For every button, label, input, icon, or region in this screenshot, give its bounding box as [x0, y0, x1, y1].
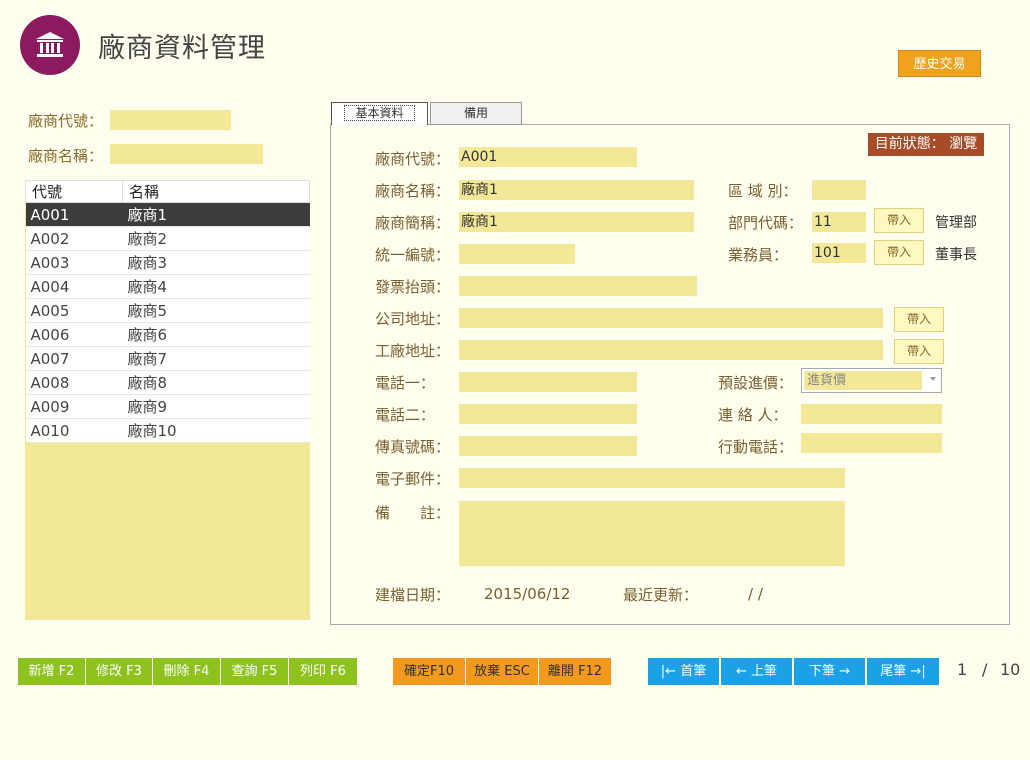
- phone2-field[interactable]: [459, 404, 637, 424]
- name-field[interactable]: 廠商1: [459, 180, 694, 200]
- updated-date: / /: [748, 585, 763, 603]
- name-label: 廠商名稱：: [375, 182, 451, 200]
- fax-field[interactable]: [459, 436, 637, 456]
- table-row[interactable]: A009 廠商9: [25, 394, 310, 419]
- print-button[interactable]: 列印 F6: [289, 658, 357, 685]
- phone1-field[interactable]: [459, 372, 637, 392]
- filter-code-label: 廠商代號：: [28, 112, 104, 130]
- updated-date-label: 最近更新：: [623, 586, 699, 604]
- company-address-label: 公司地址：: [375, 310, 451, 328]
- tab-reserve[interactable]: 備用: [430, 102, 522, 125]
- vendor-list: 代號 名稱 A001 廠商1 A002 廠商2 A003 廠商3 A004 廠商4 A0…: [25, 180, 310, 620]
- tab-basic-info[interactable]: 基本資料: [331, 102, 428, 125]
- edit-button[interactable]: 修改 F3: [86, 658, 152, 685]
- table-row[interactable]: A007 廠商7: [25, 346, 310, 371]
- phone1-label: 電話一：: [375, 374, 436, 392]
- table-row[interactable]: A002 廠商2: [25, 226, 310, 251]
- contact-field[interactable]: [801, 404, 942, 424]
- invoice-title-label: 發票抬頭：: [375, 278, 451, 296]
- table-row[interactable]: A010 廠商10: [25, 418, 310, 443]
- default-price-select[interactable]: 進貨價: [801, 368, 942, 393]
- prev-record-button[interactable]: ← 上筆: [721, 658, 792, 685]
- mobile-label: 行動電話：: [718, 438, 794, 456]
- app-logo: [20, 15, 80, 75]
- column-header-code[interactable]: 代號: [25, 180, 123, 203]
- default-price-value: 進貨價: [804, 371, 922, 390]
- phone2-label: 電話二：: [375, 406, 436, 424]
- table-row[interactable]: A008 廠商8: [25, 370, 310, 395]
- filter-name-input[interactable]: [110, 144, 263, 164]
- filter-code-input[interactable]: [110, 110, 231, 130]
- table-row[interactable]: A001 廠商1: [25, 202, 310, 227]
- exit-button[interactable]: 離開 F12: [539, 658, 611, 685]
- contact-label: 連 絡 人：: [718, 406, 788, 424]
- invoice-title-field[interactable]: [459, 276, 697, 296]
- region-label: 區 域 別：: [728, 182, 798, 200]
- salesperson-import-button[interactable]: 帶入: [874, 240, 924, 265]
- short-name-field[interactable]: 廠商1: [459, 212, 694, 232]
- note-field[interactable]: [459, 501, 845, 566]
- default-price-label: 預設進價：: [718, 374, 794, 392]
- salesperson-label: 業務員：: [728, 246, 789, 264]
- dept-code-field[interactable]: 11: [812, 212, 866, 232]
- fax-label: 傳真號碼：: [375, 438, 451, 456]
- code-field[interactable]: A001: [459, 147, 637, 167]
- table-row[interactable]: A005 廠商5: [25, 298, 310, 323]
- pager-current: 1: [957, 660, 968, 679]
- table-row[interactable]: A004 廠商4: [25, 274, 310, 299]
- created-date: 2015/06/12: [484, 585, 571, 603]
- query-button[interactable]: 查詢 F5: [221, 658, 288, 685]
- add-button[interactable]: 新增 F2: [18, 658, 85, 685]
- short-name-label: 廠商簡稱：: [375, 214, 451, 232]
- confirm-button[interactable]: 確定F10: [393, 658, 465, 685]
- filter-name-label: 廠商名稱：: [28, 147, 104, 165]
- bank-icon: [36, 32, 64, 57]
- code-label: 廠商代號：: [375, 150, 451, 168]
- dept-name: 管理部: [935, 215, 977, 231]
- tax-id-label: 統一編號：: [375, 246, 451, 264]
- tax-id-field[interactable]: [459, 244, 575, 264]
- factory-address-field[interactable]: [459, 340, 883, 360]
- note-label: 備 註：: [375, 504, 451, 522]
- pager-separator: /: [982, 660, 988, 679]
- dept-code-label: 部門代碼：: [728, 214, 804, 232]
- next-record-button[interactable]: 下筆 →: [794, 658, 865, 685]
- last-record-button[interactable]: 尾筆 →|: [867, 658, 939, 685]
- salesperson-name: 董事長: [935, 247, 977, 263]
- table-row[interactable]: A003 廠商3: [25, 250, 310, 275]
- first-record-button[interactable]: |← 首筆: [648, 658, 719, 685]
- chevron-down-icon: [930, 377, 936, 381]
- pager-total: 10: [1000, 660, 1021, 679]
- company-address-import-button[interactable]: 帶入: [894, 307, 944, 332]
- email-label: 電子郵件：: [375, 470, 451, 488]
- region-field[interactable]: [812, 180, 866, 200]
- company-address-field[interactable]: [459, 308, 883, 328]
- page-title: 廠商資料管理: [98, 33, 266, 64]
- status-badge: 目前狀態： 瀏覽: [868, 133, 984, 156]
- salesperson-field[interactable]: 101: [812, 243, 866, 263]
- delete-button[interactable]: 刪除 F4: [153, 658, 220, 685]
- dept-import-button[interactable]: 帶入: [874, 208, 924, 233]
- factory-address-label: 工廠地址：: [375, 342, 451, 360]
- column-header-name[interactable]: 名稱: [122, 180, 310, 203]
- history-button[interactable]: 歷史交易: [898, 50, 981, 77]
- mobile-field[interactable]: [801, 433, 942, 453]
- email-field[interactable]: [459, 468, 845, 488]
- created-date-label: 建檔日期：: [375, 586, 451, 604]
- table-row[interactable]: A006 廠商6: [25, 322, 310, 347]
- cancel-button[interactable]: 放棄 ESC: [466, 658, 538, 685]
- factory-address-import-button[interactable]: 帶入: [894, 339, 944, 364]
